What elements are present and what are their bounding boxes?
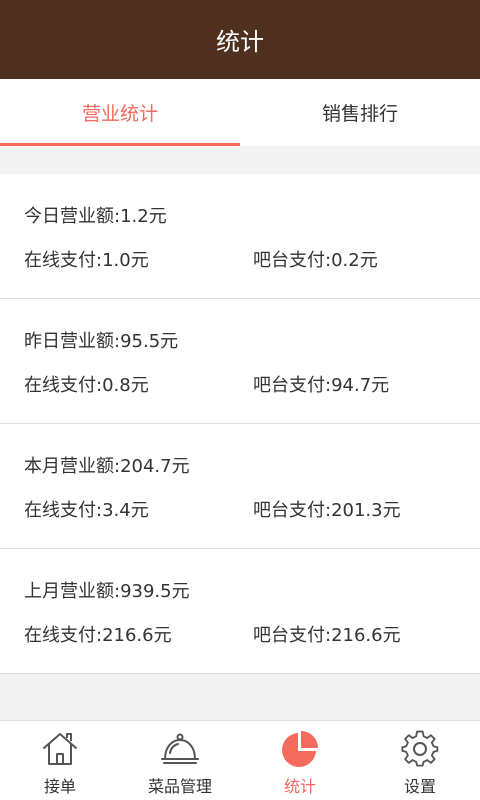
stats-card-yesterday: 昨日营业额:95.5元 在线支付:0.8元 吧台支付:94.7元 — [0, 299, 480, 424]
nav-statistics-label: 统计 — [283, 777, 316, 796]
revenue-total: 昨日营业额:95.5元 — [24, 331, 179, 352]
revenue-total: 本月营业额:204.7元 — [24, 456, 190, 477]
bottom-nav: 接单 菜品管理 统计 设置 — [0, 720, 480, 800]
online-payment: 在线支付:0.8元 — [24, 375, 149, 396]
nav-settings-label: 设置 — [403, 777, 436, 796]
revenue-total: 今日营业额:1.2元 — [24, 206, 167, 227]
nav-orders[interactable]: 接单 — [0, 721, 120, 800]
page-title: 统计 — [216, 28, 264, 56]
nav-dish-management[interactable]: 菜品管理 — [120, 721, 240, 800]
tab-business-stats[interactable]: 营业统计 — [0, 79, 240, 146]
bar-payment: 吧台支付:216.6元 — [253, 625, 401, 646]
nav-dish-management-label: 菜品管理 — [147, 777, 212, 796]
tab-bar: 营业统计 销售排行 — [0, 79, 480, 146]
nav-orders-label: 接单 — [43, 777, 76, 796]
online-payment: 在线支付:3.4元 — [24, 500, 149, 521]
payment-row: 在线支付:1.0元 吧台支付:0.2元 — [24, 246, 456, 276]
pie-chart-icon — [280, 729, 320, 769]
header-bar: 统计 — [0, 0, 480, 79]
app-root: 统计 营业统计 销售排行 今日营业额:1.2元 在线支付:1.0元 吧台支付:0… — [0, 0, 480, 800]
tab-sales-ranking-label: 销售排行 — [321, 103, 398, 125]
payment-row: 在线支付:216.6元 吧台支付:216.6元 — [24, 621, 456, 651]
bar-payment: 吧台支付:94.7元 — [253, 375, 390, 396]
stats-card-today: 今日营业额:1.2元 在线支付:1.0元 吧台支付:0.2元 — [0, 174, 480, 299]
nav-settings[interactable]: 设置 — [360, 721, 480, 800]
gear-icon — [400, 729, 440, 769]
cloche-icon — [160, 729, 200, 769]
stats-card-last-month: 上月营业额:939.5元 在线支付:216.6元 吧台支付:216.6元 — [0, 549, 480, 674]
tab-sales-ranking[interactable]: 销售排行 — [240, 79, 480, 146]
revenue-total: 上月营业额:939.5元 — [24, 581, 190, 602]
online-payment: 在线支付:216.6元 — [24, 625, 172, 646]
stats-list: 今日营业额:1.2元 在线支付:1.0元 吧台支付:0.2元 昨日营业额:95.… — [0, 174, 480, 674]
tab-business-stats-label: 营业统计 — [81, 103, 158, 125]
payment-row: 在线支付:3.4元 吧台支付:201.3元 — [24, 496, 456, 526]
payment-row: 在线支付:0.8元 吧台支付:94.7元 — [24, 371, 456, 401]
bar-payment: 吧台支付:201.3元 — [253, 500, 401, 521]
home-icon — [40, 729, 80, 769]
bar-payment: 吧台支付:0.2元 — [253, 250, 378, 271]
online-payment: 在线支付:1.0元 — [24, 250, 149, 271]
nav-statistics[interactable]: 统计 — [240, 721, 360, 800]
stats-card-this-month: 本月营业额:204.7元 在线支付:3.4元 吧台支付:201.3元 — [0, 424, 480, 549]
section-gap — [0, 146, 480, 174]
